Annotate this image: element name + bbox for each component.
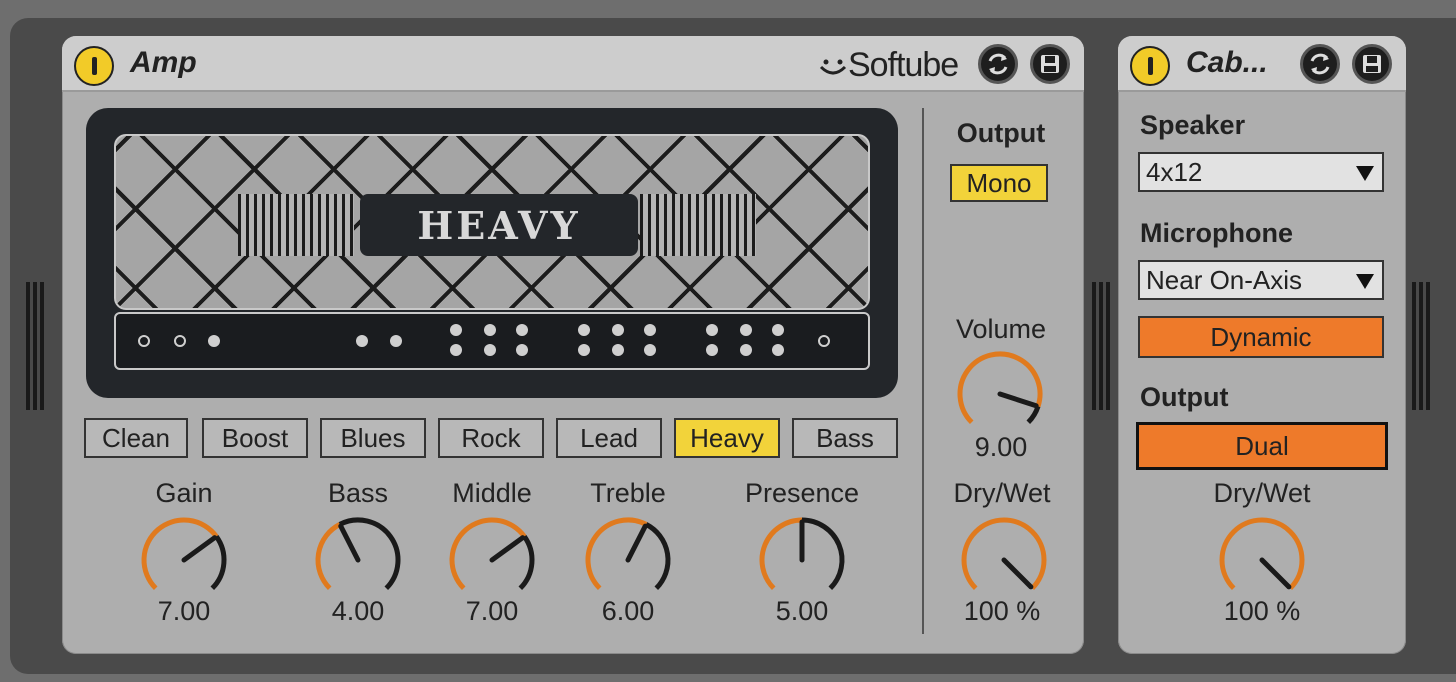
microphone-label: Microphone — [1140, 218, 1293, 248]
preset-blues-button[interactable]: Blues — [320, 418, 426, 458]
speaker-label: Speaker — [1140, 110, 1246, 140]
amp-drywet-value: 100 % — [963, 596, 1041, 626]
strip-knob — [740, 344, 752, 356]
strip-knob — [484, 344, 496, 356]
preset-clean-button[interactable]: Clean — [84, 418, 188, 458]
hot-swap-icon — [1310, 53, 1330, 75]
power-icon — [91, 57, 97, 75]
amp-drywet-knob[interactable] — [956, 512, 1052, 608]
middle-knob[interactable] — [444, 512, 540, 608]
strip-knob — [612, 324, 624, 336]
strip-switch — [356, 335, 368, 347]
amp-power-button[interactable] — [74, 46, 114, 86]
device-drag-handle-middle[interactable] — [1092, 282, 1110, 410]
volume-value: 9.00 — [974, 432, 1028, 462]
gain-label: Gain — [155, 478, 213, 508]
presence-value: 5.00 — [775, 596, 829, 626]
microphone-select-value: Near On-Axis — [1146, 264, 1303, 295]
strip-light — [208, 335, 220, 347]
chevron-down-icon — [1356, 274, 1374, 289]
cabinet-drywet-label: Dry/Wet — [1213, 478, 1311, 508]
amp-drywet-label: Dry/Wet — [953, 478, 1051, 508]
chevron-down-icon — [1356, 166, 1374, 181]
speaker-select[interactable]: 4x12 — [1138, 152, 1384, 192]
amp-model-plate: HEAVY — [360, 194, 638, 256]
amp-section-divider — [922, 108, 924, 634]
treble-label: Treble — [590, 478, 666, 508]
preset-rock-button[interactable]: Rock — [438, 418, 544, 458]
strip-knob — [450, 324, 462, 336]
amp-control-strip — [114, 312, 870, 370]
treble-value: 6.00 — [601, 596, 655, 626]
volume-label: Volume — [955, 314, 1047, 344]
strip-knob — [516, 324, 528, 336]
treble-knob[interactable] — [580, 512, 676, 608]
volume-knob[interactable] — [952, 346, 1048, 442]
amp-output-label: Output — [956, 118, 1046, 148]
strip-jack — [174, 335, 186, 347]
preset-boost-button[interactable]: Boost — [202, 418, 308, 458]
preset-heavy-button[interactable]: Heavy — [674, 418, 780, 458]
cabinet-title: Cab... — [1186, 46, 1268, 79]
power-icon — [1147, 57, 1153, 75]
strip-knob — [450, 344, 462, 356]
microphone-select[interactable]: Near On-Axis — [1138, 260, 1384, 300]
strip-knob — [772, 324, 784, 336]
amp-vents-right — [640, 194, 756, 256]
save-preset-icon — [1363, 55, 1381, 73]
speaker-select-value: 4x12 — [1146, 156, 1203, 187]
middle-label: Middle — [452, 478, 532, 508]
strip-knob — [578, 344, 590, 356]
amp-title: Amp — [130, 46, 197, 79]
softube-smile-icon — [819, 59, 847, 75]
strip-switch — [390, 335, 402, 347]
bass-knob[interactable] — [310, 512, 406, 608]
output-dual-button[interactable]: Dual — [1136, 422, 1388, 470]
strip-knob — [772, 344, 784, 356]
strip-jack — [138, 335, 150, 347]
cabinet-save-preset-button[interactable] — [1352, 44, 1392, 84]
softube-logo: Softube — [818, 46, 959, 85]
strip-knob — [516, 344, 528, 356]
bass-value: 4.00 — [331, 596, 385, 626]
preset-lead-button[interactable]: Lead — [556, 418, 662, 458]
cabinet-drywet-value: 100 % — [1223, 596, 1301, 626]
amp-model-display: HEAVY — [86, 108, 898, 398]
mic-dynamic-button[interactable]: Dynamic — [1138, 316, 1384, 358]
save-preset-icon — [1041, 55, 1059, 73]
gain-knob[interactable] — [136, 512, 232, 608]
strip-jack — [818, 335, 830, 347]
amp-vents-left — [238, 194, 354, 256]
amp-save-preset-button[interactable] — [1030, 44, 1070, 84]
presence-label: Presence — [744, 478, 860, 508]
device-drag-handle-left[interactable] — [26, 282, 44, 410]
strip-knob — [612, 344, 624, 356]
cabinet-drywet-knob[interactable] — [1214, 512, 1310, 608]
amp-hot-swap-button[interactable] — [978, 44, 1018, 84]
strip-knob — [578, 324, 590, 336]
gain-value: 7.00 — [157, 596, 211, 626]
preset-bass-button[interactable]: Bass — [792, 418, 898, 458]
strip-knob — [706, 324, 718, 336]
cabinet-output-label: Output — [1140, 382, 1229, 412]
presence-knob[interactable] — [754, 512, 850, 608]
strip-knob — [644, 324, 656, 336]
strip-knob — [740, 324, 752, 336]
hot-swap-icon — [988, 53, 1008, 75]
strip-knob — [706, 344, 718, 356]
softube-brand-text: Softube — [848, 46, 959, 84]
amp-grille: HEAVY — [114, 134, 870, 310]
bass-label: Bass — [327, 478, 389, 508]
middle-value: 7.00 — [465, 596, 519, 626]
cabinet-power-button[interactable] — [1130, 46, 1170, 86]
device-drag-handle-right[interactable] — [1412, 282, 1430, 410]
cabinet-hot-swap-button[interactable] — [1300, 44, 1340, 84]
output-mono-button[interactable]: Mono — [950, 164, 1048, 202]
strip-knob — [484, 324, 496, 336]
strip-knob — [644, 344, 656, 356]
